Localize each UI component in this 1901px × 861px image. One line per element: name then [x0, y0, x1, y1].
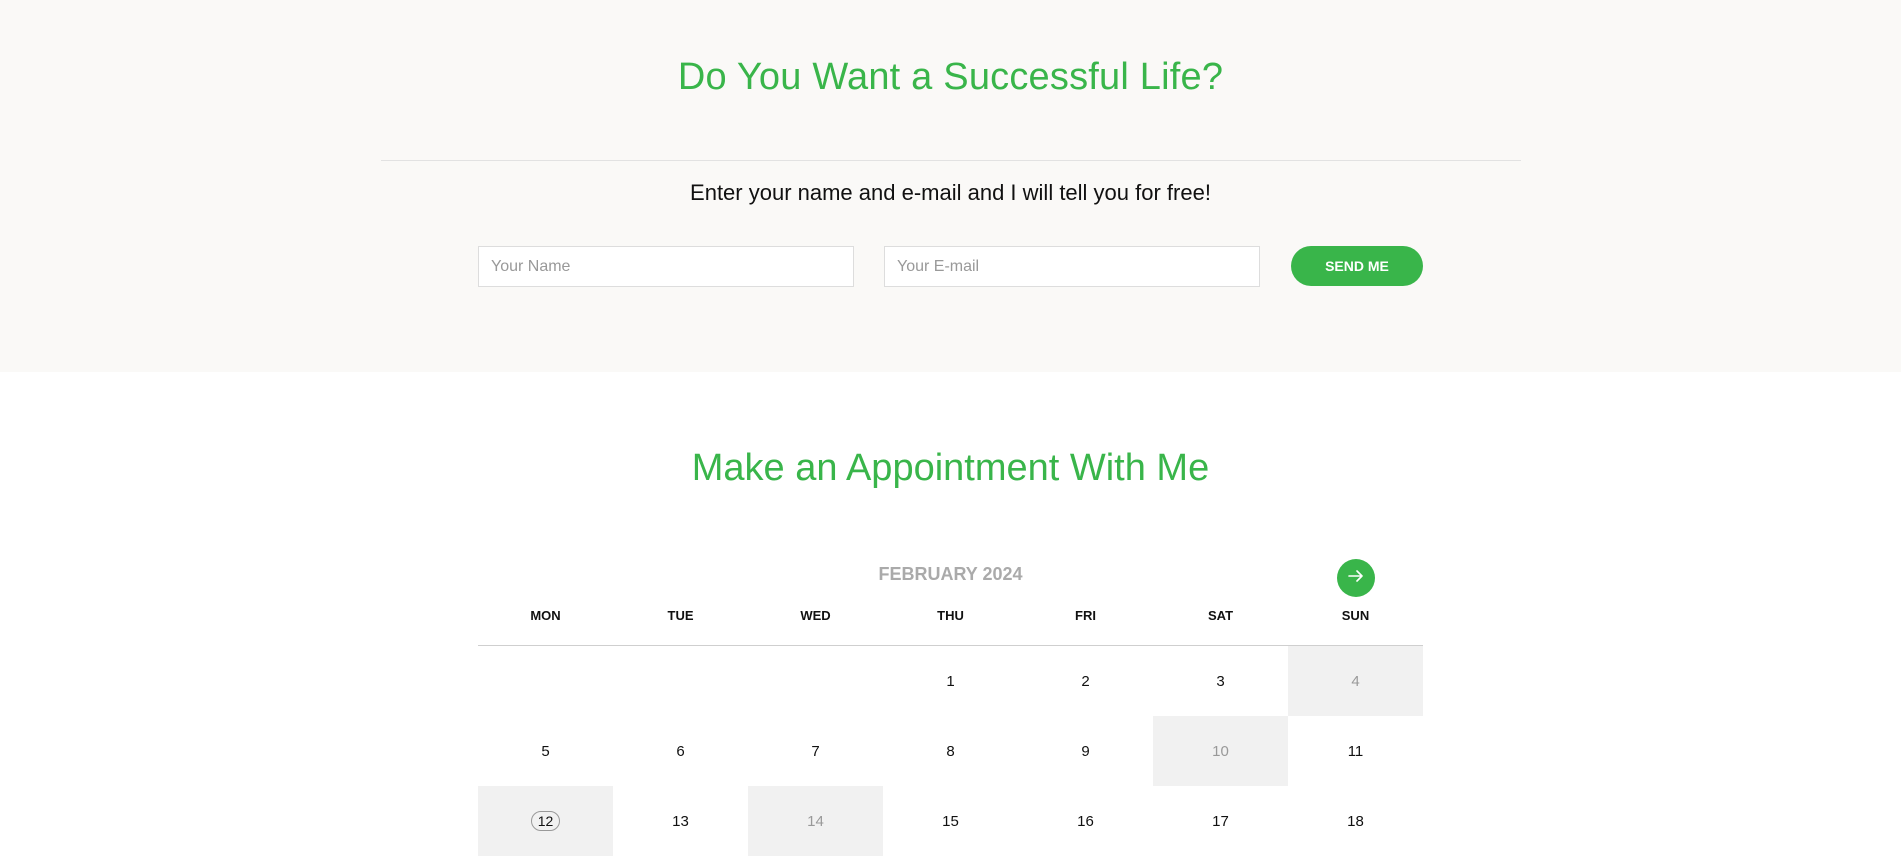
weekday-wed: WED [800, 608, 831, 623]
calendar-day[interactable]: 18 [1288, 786, 1423, 856]
email-input[interactable] [884, 246, 1260, 287]
calendar-day[interactable]: 15 [883, 786, 1018, 856]
calendar-day[interactable]: 7 [748, 716, 883, 786]
calendar-day-unavailable: 14 [748, 786, 883, 856]
calendar-day[interactable]: 5 [478, 716, 613, 786]
calendar-day[interactable]: 16 [1018, 786, 1153, 856]
today-badge: 12 [530, 811, 561, 831]
arrow-right-icon [1348, 569, 1364, 587]
weekday-sun: SUN [1341, 608, 1370, 623]
calendar-week: 5 6 7 8 9 10 11 [478, 716, 1423, 786]
calendar-week: 1 2 3 4 [478, 646, 1423, 716]
appointment-title: Make an Appointment With Me [691, 447, 1210, 489]
send-me-button[interactable]: SEND ME [1291, 246, 1423, 286]
calendar-day[interactable]: 6 [613, 716, 748, 786]
calendar-header: MON TUE WED THU FRI SAT SUN [478, 605, 1423, 646]
hero-title: Do You Want a Successful Life? [677, 56, 1224, 98]
calendar-day[interactable]: 8 [883, 716, 1018, 786]
appointment-calendar: MON TUE WED THU FRI SAT SUN 1 2 3 4 5 6 … [478, 605, 1423, 856]
weekday-mon: MON [530, 608, 561, 623]
calendar-day-unavailable: 4 [1288, 646, 1423, 716]
calendar-day[interactable]: 3 [1153, 646, 1288, 716]
divider [381, 160, 1521, 161]
calendar-day-today[interactable]: 12 [478, 786, 613, 856]
name-input[interactable] [478, 246, 854, 287]
hero-subtitle: Enter your name and e-mail and I will te… [690, 180, 1211, 205]
weekday-thu: THU [937, 608, 964, 623]
next-month-button[interactable] [1337, 559, 1375, 597]
calendar-day[interactable]: 9 [1018, 716, 1153, 786]
weekday-sat: SAT [1207, 608, 1234, 623]
calendar-empty-cell [748, 646, 883, 716]
newsletter-section: Do You Want a Successful Life? Enter you… [0, 0, 1901, 372]
calendar-day[interactable]: 2 [1018, 646, 1153, 716]
calendar-day[interactable]: 17 [1153, 786, 1288, 856]
weekday-tue: TUE [667, 608, 694, 623]
month-label: FEBRUARY 2024 [878, 564, 1023, 584]
calendar-day[interactable]: 13 [613, 786, 748, 856]
calendar-day[interactable]: 11 [1288, 716, 1423, 786]
calendar-day-unavailable: 10 [1153, 716, 1288, 786]
weekday-fri: FRI [1075, 608, 1096, 623]
calendar-day[interactable]: 1 [883, 646, 1018, 716]
calendar-empty-cell [613, 646, 748, 716]
calendar-empty-cell [478, 646, 613, 716]
calendar-week: 12 13 14 15 16 17 18 [478, 786, 1423, 856]
